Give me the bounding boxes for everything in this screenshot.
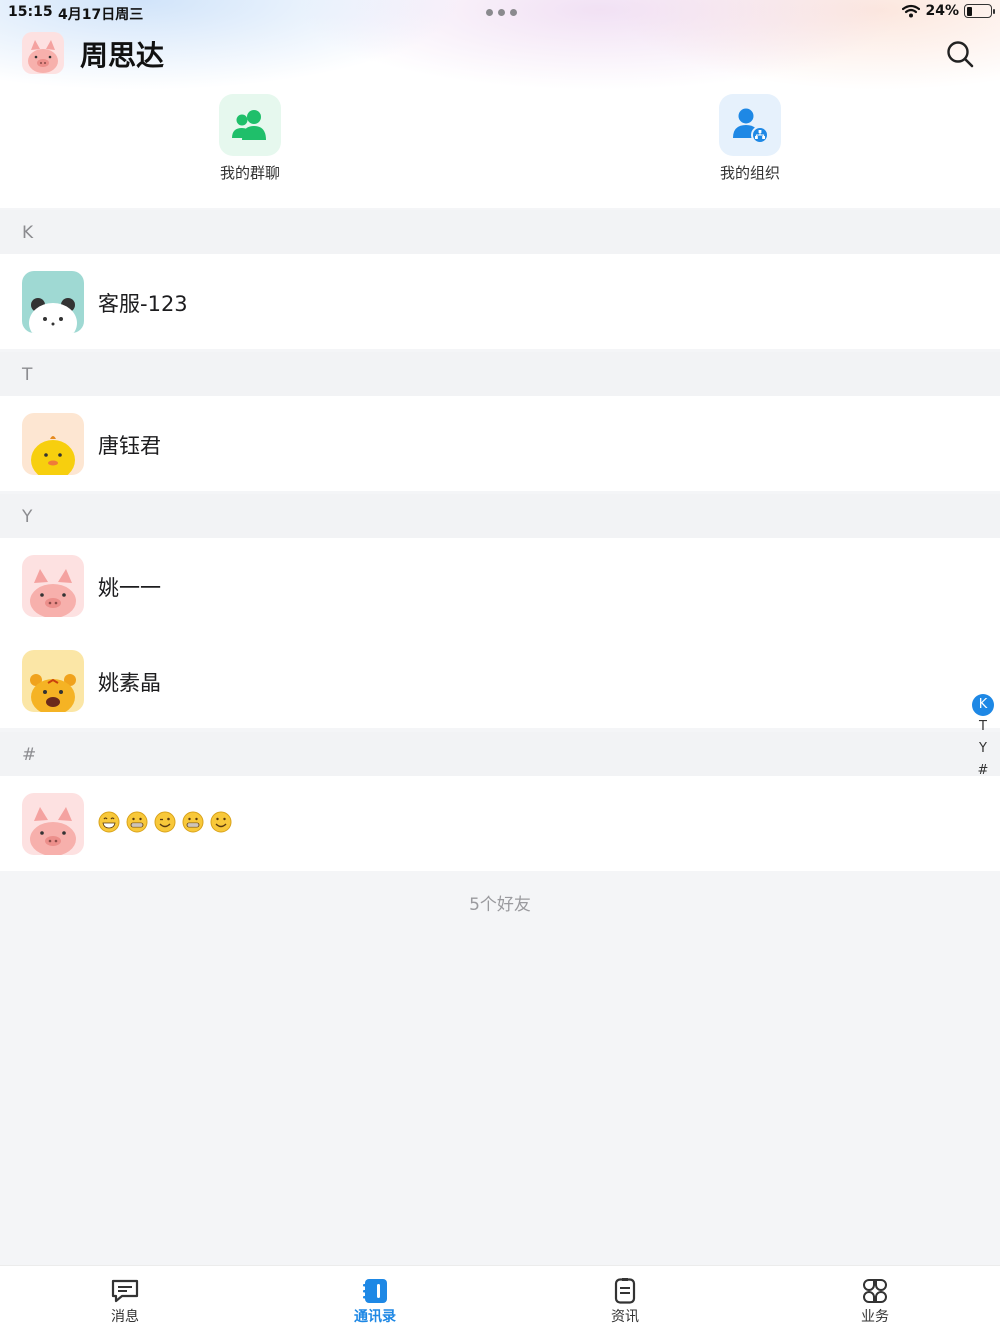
my-organization-label: 我的组织 [719, 164, 780, 182]
wifi-icon [902, 4, 921, 18]
contact-row[interactable]: 姚素晶 [0, 633, 1000, 728]
section-header-k: K [0, 210, 1000, 254]
status-date: 4月17日周三 [58, 7, 144, 23]
contact-name: 姚一一 [98, 576, 161, 600]
emoji-name [98, 811, 232, 833]
contact-name: 唐钰君 [98, 434, 161, 458]
status-right: 24% [902, 3, 995, 19]
friend-count: 5个好友 [469, 895, 531, 915]
contact-name: 客服-123 [98, 292, 188, 316]
my-organization-button[interactable]: 我的组织 [690, 94, 810, 190]
page-title: 周思达 [80, 39, 165, 72]
grimace-emoji-icon [126, 811, 148, 833]
business-icon [863, 1279, 887, 1303]
tab-label: 消息 [111, 1309, 139, 1325]
contact-row[interactable] [0, 776, 1000, 871]
section-t-list: 唐钰君 [0, 396, 1000, 491]
smile-emoji-icon [210, 811, 232, 833]
battery-percent: 24% [925, 3, 959, 19]
section-header-hash: # [0, 732, 1000, 776]
alphabet-index-bar[interactable]: K T Y # [970, 694, 996, 782]
index-t[interactable]: T [970, 716, 996, 738]
pig-avatar-icon[interactable] [22, 32, 64, 74]
my-groups-label: 我的群聊 [219, 164, 280, 182]
panda-avatar-icon [22, 271, 84, 333]
tab-news[interactable]: 资讯 [500, 1266, 750, 1334]
battery-icon [964, 4, 995, 18]
chick-avatar-icon [22, 413, 84, 475]
tiger-avatar-icon [22, 650, 84, 712]
wink-emoji-icon [154, 811, 176, 833]
section-y-list: 姚一一 姚素晶 [0, 538, 1000, 728]
section-k-list: 客服-123 [0, 254, 1000, 349]
group-chat-icon [219, 94, 281, 156]
message-icon [111, 1279, 139, 1303]
contact-row[interactable]: 客服-123 [0, 254, 1000, 349]
index-k[interactable]: K [970, 694, 996, 716]
search-icon[interactable] [944, 38, 976, 70]
tab-label: 通讯录 [354, 1309, 396, 1325]
tab-label: 资讯 [611, 1309, 639, 1325]
organization-icon [719, 94, 781, 156]
index-hash[interactable]: # [970, 760, 996, 782]
section-header-y: Y [0, 494, 1000, 538]
tab-business[interactable]: 业务 [750, 1266, 1000, 1334]
status-bar: 15:15 4月17日周三 24% [0, 0, 1000, 26]
top-area: 15:15 4月17日周三 24% 周思达 我的群聊 我的组织 [0, 0, 1000, 208]
section-header-t: T [0, 352, 1000, 396]
tab-bar: 消息 通讯录 资讯 业务 [0, 1265, 1000, 1334]
contact-name: 姚素晶 [98, 671, 161, 695]
section-hash-list [0, 776, 1000, 871]
contact-row[interactable]: 姚一一 [0, 538, 1000, 633]
contact-row[interactable]: 唐钰君 [0, 396, 1000, 491]
my-groups-button[interactable]: 我的群聊 [190, 94, 310, 190]
grimace-emoji-icon [182, 811, 204, 833]
pig-avatar-icon [22, 555, 84, 617]
header: 周思达 [0, 26, 1000, 82]
status-time: 15:15 [8, 4, 53, 20]
tab-label: 业务 [861, 1309, 889, 1325]
contacts-icon [363, 1279, 387, 1303]
grin-emoji-icon [98, 811, 120, 833]
index-y[interactable]: Y [970, 738, 996, 760]
tab-messages[interactable]: 消息 [0, 1266, 250, 1334]
multitask-dots-icon[interactable] [486, 9, 517, 16]
news-icon [614, 1278, 636, 1304]
pig-avatar-icon [22, 793, 84, 855]
tab-contacts[interactable]: 通讯录 [250, 1266, 500, 1334]
